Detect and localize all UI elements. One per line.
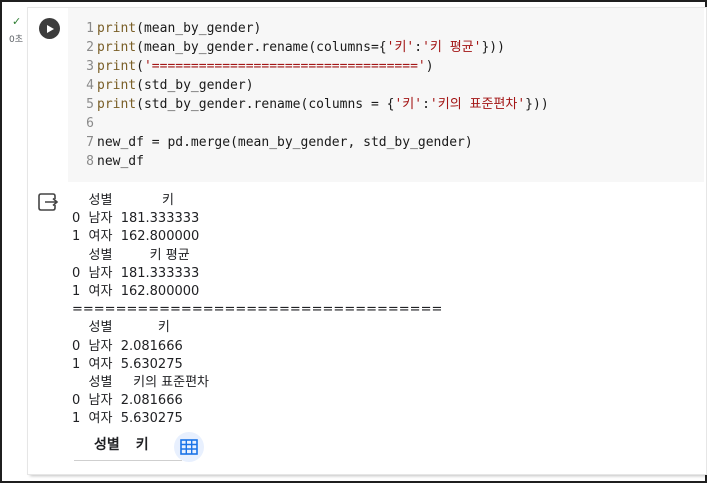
code-cell[interactable]: 1 print(mean_by_gender) 2 print(mean_by_gen…: [28, 8, 706, 474]
code-token: (: [136, 40, 144, 55]
output-text: 성별 키 0 남자 181.333333 1 여자 162.800000 성별 …: [72, 193, 443, 427]
code-token: }): [481, 40, 498, 55]
code-line[interactable]: 7 new_df = pd.merge(mean_by_gender, std_b…: [80, 133, 549, 152]
line-number: 5: [86, 97, 94, 112]
line-number: 8: [86, 154, 94, 169]
code-token: ): [464, 135, 473, 150]
code-token: print: [97, 97, 137, 112]
table-icon: [180, 439, 198, 455]
code-token: (: [136, 59, 144, 74]
code-token: print: [97, 59, 137, 74]
code-token: columns=: [316, 40, 379, 55]
code-token: ): [540, 97, 549, 112]
code-token: mean_by_gender: [143, 21, 254, 36]
code-token: }): [525, 97, 541, 112]
code-line[interactable]: 5 print(std_by_gender.rename(columns = {'…: [80, 95, 549, 114]
run-cell-button[interactable]: [39, 18, 60, 39]
line-number: 4: [86, 78, 94, 93]
notebook-frame: ✓ 0초 1 print(mean_by_gender) 2 print(mean_b…: [0, 0, 707, 483]
code-line[interactable]: 4 print(std_by_gender): [80, 76, 549, 95]
line-number: 2: [86, 40, 94, 55]
code-token: :: [422, 97, 430, 112]
code-token: (: [230, 135, 238, 150]
line-number: 7: [86, 135, 94, 150]
code-token: ): [253, 21, 262, 36]
code-line[interactable]: 6: [80, 114, 549, 133]
code-token: new_df = pd.merge: [97, 135, 231, 150]
line-number: 1: [86, 21, 94, 36]
code-line[interactable]: 2 print(mean_by_gender.rename(columns={'키…: [80, 38, 549, 57]
code-token: columns =: [308, 97, 387, 112]
code-line[interactable]: 8 new_df: [80, 152, 549, 171]
line-number: 3: [86, 59, 94, 74]
code-token: print: [97, 40, 137, 55]
code-token: (: [136, 78, 144, 93]
code-token: ): [245, 78, 254, 93]
code-token: '키 평균': [422, 40, 482, 55]
code-token: '==================================': [143, 59, 426, 74]
execution-time: 0초: [9, 35, 24, 45]
code-token: ): [497, 40, 505, 55]
code-token: std_by_gender: [143, 78, 246, 93]
code-token: (: [136, 21, 144, 36]
code-token: print: [97, 78, 137, 93]
code-line[interactable]: 1 print(mean_by_gender): [80, 19, 549, 38]
line-number: 6: [86, 116, 94, 131]
code-token: '키의 표준편차': [429, 97, 526, 112]
play-icon: [46, 24, 54, 33]
code-token: '키': [394, 97, 423, 112]
code-token: {: [378, 40, 387, 55]
df-column-gender: 성별: [94, 437, 120, 453]
code-token: new_df: [97, 154, 144, 169]
code-token: :: [414, 40, 423, 55]
code-line[interactable]: 3 print('================================…: [80, 57, 549, 76]
check-icon: ✓: [12, 15, 22, 28]
code-token: (: [308, 40, 317, 55]
code-token: std_by_gender.rename: [143, 97, 301, 112]
code-token: mean_by_gender.rename: [143, 40, 309, 55]
code-token: '키': [386, 40, 415, 55]
cell-gutter: ✓ 0초: [2, 2, 28, 481]
cell-output: 성별 키 0 남자 181.333333 1 여자 162.800000 성별 …: [28, 182, 706, 474]
code-token: (: [136, 97, 144, 112]
df-column-height: 키: [135, 437, 149, 453]
code-token: ): [425, 59, 434, 74]
convert-to-table-button[interactable]: [174, 432, 204, 462]
code-lines[interactable]: 1 print(mean_by_gender) 2 print(mean_by_gen…: [80, 19, 549, 171]
code-token: mean_by_gender, std_by_gender: [237, 135, 465, 150]
output-icon[interactable]: [38, 192, 60, 212]
dataframe-header: 성별 키: [74, 434, 182, 461]
code-editor[interactable]: 1 print(mean_by_gender) 2 print(mean_by_gen…: [68, 8, 704, 182]
code-token: print: [97, 21, 137, 36]
